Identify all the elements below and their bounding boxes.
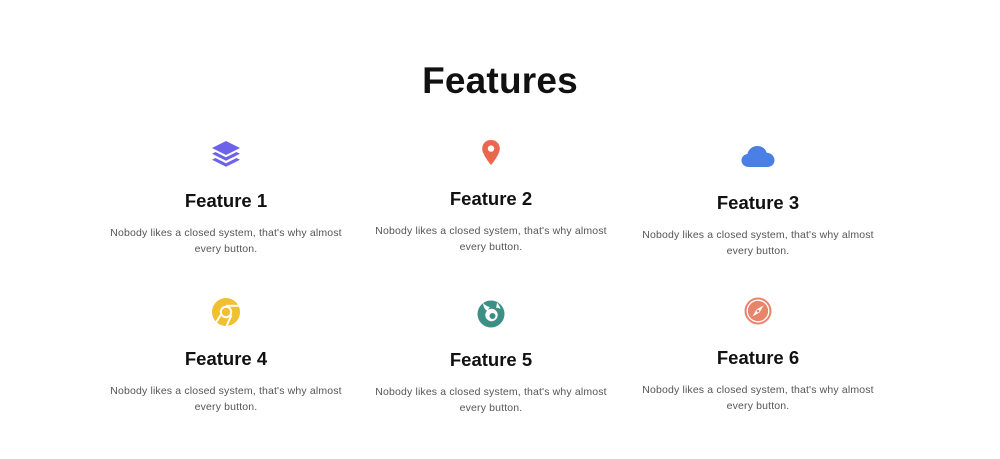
feature-title: Feature 1: [184, 190, 268, 211]
firefox-icon: [471, 297, 511, 329]
feature-description: Nobody likes a closed system, that's why…: [375, 225, 607, 253]
feature-description: Nobody likes a closed system, that's why…: [642, 229, 874, 257]
feature-card-1: Feature 1 Nobody likes a closed system, …: [101, 138, 351, 257]
layers-icon: [206, 138, 246, 170]
feature-card-6: Feature 6 Nobody likes a closed system, …: [633, 295, 883, 414]
feature-card-4: Feature 4 Nobody likes a closed system, …: [101, 296, 351, 415]
feature-description: Nobody likes a closed system, that's why…: [642, 384, 874, 412]
feature-title: Feature 3: [716, 192, 800, 213]
cloud-icon: [738, 140, 778, 172]
feature-description: Nobody likes a closed system, that's why…: [110, 385, 342, 413]
feature-title: Feature 6: [716, 347, 800, 368]
safari-icon: [738, 295, 778, 327]
feature-title: Feature 4: [184, 348, 268, 369]
feature-card-2: Feature 2 Nobody likes a closed system, …: [366, 136, 616, 255]
feature-card-3: Feature 3 Nobody likes a closed system, …: [633, 140, 883, 259]
feature-description: Nobody likes a closed system, that's why…: [110, 227, 342, 255]
feature-card-5: Feature 5 Nobody likes a closed system, …: [366, 297, 616, 416]
section-title: Features: [422, 60, 578, 101]
feature-title: Feature 2: [449, 188, 533, 209]
feature-title: Feature 5: [449, 349, 533, 370]
feature-description: Nobody likes a closed system, that's why…: [375, 386, 607, 414]
chrome-icon: [206, 296, 246, 328]
map-pin-icon: [471, 136, 511, 168]
